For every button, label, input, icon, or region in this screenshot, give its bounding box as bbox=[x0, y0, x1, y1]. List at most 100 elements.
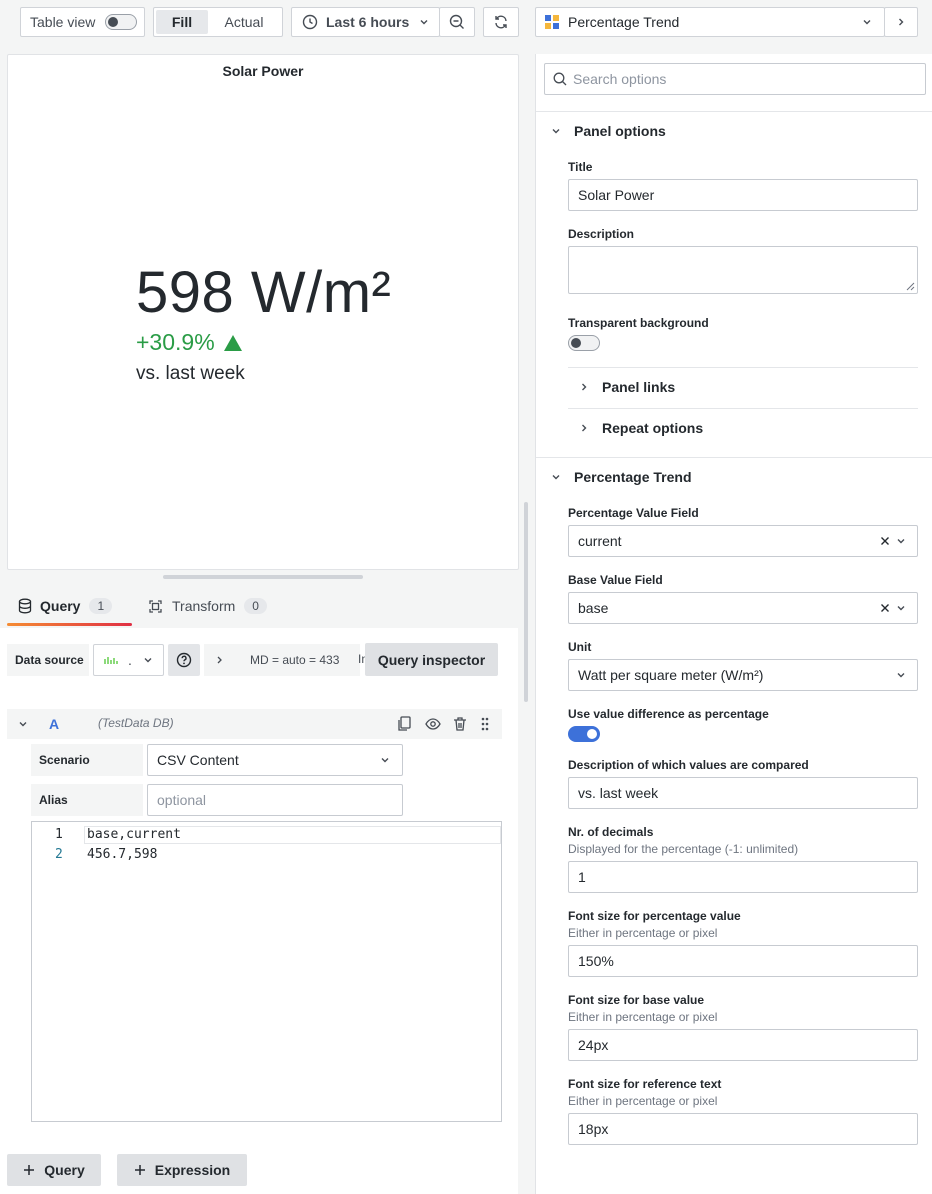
fs-base-description: Either in percentage or pixel bbox=[568, 1010, 718, 1024]
pct-field-label: Percentage Value Field bbox=[568, 506, 699, 520]
query-inspector-button[interactable]: Query inspector bbox=[365, 643, 498, 676]
divider bbox=[536, 457, 932, 458]
csv-code-editor[interactable]: 1 base,current 2 456.7,598 bbox=[31, 821, 502, 1122]
visualization-icon bbox=[544, 14, 560, 30]
divider bbox=[568, 367, 918, 368]
datasource-short: . bbox=[128, 652, 132, 668]
datasource-help-button[interactable] bbox=[168, 644, 200, 676]
panel-title: Solar Power bbox=[222, 63, 304, 79]
title-input[interactable]: Solar Power bbox=[568, 179, 918, 211]
query-options-row[interactable]: MD = auto = 433 bbox=[204, 644, 360, 676]
alias-label: Alias bbox=[31, 784, 143, 816]
chevron-right-icon bbox=[578, 381, 590, 393]
pct-field-select[interactable]: current bbox=[568, 525, 918, 557]
fs-ref-label: Font size for reference text bbox=[568, 1077, 722, 1091]
horizontal-splitter[interactable] bbox=[163, 575, 363, 579]
clear-icon[interactable] bbox=[880, 536, 890, 546]
add-expression-button[interactable]: Expression bbox=[117, 1154, 247, 1186]
chevron-down-icon bbox=[896, 536, 906, 546]
desc-compared-input[interactable]: vs. last week bbox=[568, 777, 918, 809]
chevron-right-icon bbox=[216, 655, 224, 665]
chevron-down-icon[interactable] bbox=[18, 719, 28, 729]
table-view-toggle[interactable]: Table view bbox=[20, 7, 145, 37]
trend-up-icon bbox=[223, 334, 243, 352]
query-datasource-name: (TestData DB) bbox=[98, 716, 174, 730]
chevron-down-icon bbox=[896, 603, 906, 613]
chevron-down-icon bbox=[862, 17, 872, 27]
tab-query-count: 1 bbox=[89, 598, 113, 614]
collapse-options-button[interactable] bbox=[884, 7, 918, 37]
fill-actual-group: Fill Actual bbox=[153, 7, 283, 37]
tab-query-label: Query bbox=[40, 598, 81, 614]
scenario-select[interactable]: CSV Content bbox=[147, 744, 403, 776]
database-icon bbox=[18, 598, 32, 614]
fs-pct-value: 150% bbox=[578, 953, 614, 969]
chevron-down-icon bbox=[896, 670, 906, 680]
tab-query-underline bbox=[7, 623, 132, 626]
fs-base-input[interactable]: 24px bbox=[568, 1029, 918, 1061]
zoom-out-button[interactable] bbox=[439, 7, 475, 37]
add-query-button[interactable]: Query bbox=[7, 1154, 101, 1186]
panel-options-header[interactable]: Panel options bbox=[550, 123, 666, 139]
time-range-picker[interactable]: Last 6 hours bbox=[291, 7, 440, 37]
table-view-label: Table view bbox=[30, 14, 96, 30]
vertical-splitter[interactable] bbox=[524, 502, 528, 702]
fs-ref-value: 18px bbox=[578, 1121, 609, 1137]
base-field-select[interactable]: base bbox=[568, 592, 918, 624]
fs-base-label: Font size for base value bbox=[568, 993, 705, 1007]
tab-transform[interactable]: Transform 0 bbox=[148, 598, 267, 614]
clear-icon[interactable] bbox=[880, 603, 890, 613]
tab-query[interactable]: Query 1 bbox=[18, 598, 113, 614]
scenario-value: CSV Content bbox=[157, 752, 239, 768]
time-range-label: Last 6 hours bbox=[326, 14, 410, 30]
fs-pct-label: Font size for percentage value bbox=[568, 909, 741, 923]
duplicate-icon[interactable] bbox=[397, 716, 411, 732]
use-diff-toggle[interactable] bbox=[568, 726, 600, 742]
percentage-trend-header[interactable]: Percentage Trend bbox=[550, 469, 692, 485]
decimals-description: Displayed for the percentage (-1: unlimi… bbox=[568, 842, 799, 856]
description-textarea[interactable] bbox=[568, 246, 918, 294]
plus-icon bbox=[134, 1164, 146, 1176]
datasource-picker[interactable]: . bbox=[93, 644, 164, 676]
query-row-header[interactable]: A (TestData DB) bbox=[7, 709, 502, 739]
title-label: Title bbox=[568, 160, 593, 174]
code-line-2: 456.7,598 bbox=[87, 847, 158, 862]
md-text: MD = auto = 433 bbox=[250, 653, 340, 667]
percentage-value: +30.9% bbox=[136, 329, 215, 355]
chevron-down-icon bbox=[550, 125, 562, 137]
panel-value: 598 W/m² bbox=[136, 260, 392, 325]
line-number-2: 2 bbox=[55, 847, 63, 862]
panel-links-title: Panel links bbox=[602, 379, 676, 395]
table-view-switch[interactable] bbox=[105, 14, 137, 30]
datasource-label-text: Data source bbox=[15, 653, 84, 667]
eye-icon[interactable] bbox=[425, 717, 441, 731]
alias-placeholder: optional bbox=[157, 792, 207, 808]
decimals-label: Nr. of decimals bbox=[568, 825, 654, 839]
chevron-down-icon bbox=[380, 755, 390, 765]
fs-base-value: 24px bbox=[578, 1037, 609, 1053]
trash-icon[interactable] bbox=[453, 716, 467, 732]
unit-select[interactable]: Watt per square meter (W/m²) bbox=[568, 659, 918, 691]
search-options-input[interactable]: Search options bbox=[544, 63, 926, 95]
decimals-input[interactable]: 1 bbox=[568, 861, 918, 893]
transparent-toggle[interactable] bbox=[568, 335, 600, 351]
fs-ref-input[interactable]: 18px bbox=[568, 1113, 918, 1145]
fs-pct-input[interactable]: 150% bbox=[568, 945, 918, 977]
alias-input[interactable]: optional bbox=[147, 784, 403, 816]
visualization-picker[interactable]: Percentage Trend bbox=[535, 7, 885, 37]
query-inspector-label: Query inspector bbox=[377, 651, 486, 668]
scenario-label-text: Scenario bbox=[39, 753, 90, 767]
decimals-value: 1 bbox=[578, 869, 586, 885]
fill-button[interactable]: Fill bbox=[156, 10, 208, 34]
pct-field-value: current bbox=[578, 533, 622, 549]
query-ref[interactable]: A bbox=[49, 716, 59, 732]
transform-icon bbox=[148, 599, 163, 614]
chevron-down-icon bbox=[550, 471, 562, 483]
panel-links-header[interactable]: Panel links bbox=[578, 379, 675, 395]
refresh-button[interactable] bbox=[483, 7, 519, 37]
visualization-picker-label: Percentage Trend bbox=[568, 14, 680, 30]
repeat-options-header[interactable]: Repeat options bbox=[578, 420, 703, 436]
drag-handle-icon[interactable] bbox=[480, 716, 490, 732]
resize-handle-icon[interactable] bbox=[906, 282, 915, 291]
actual-button[interactable]: Actual bbox=[208, 10, 280, 34]
